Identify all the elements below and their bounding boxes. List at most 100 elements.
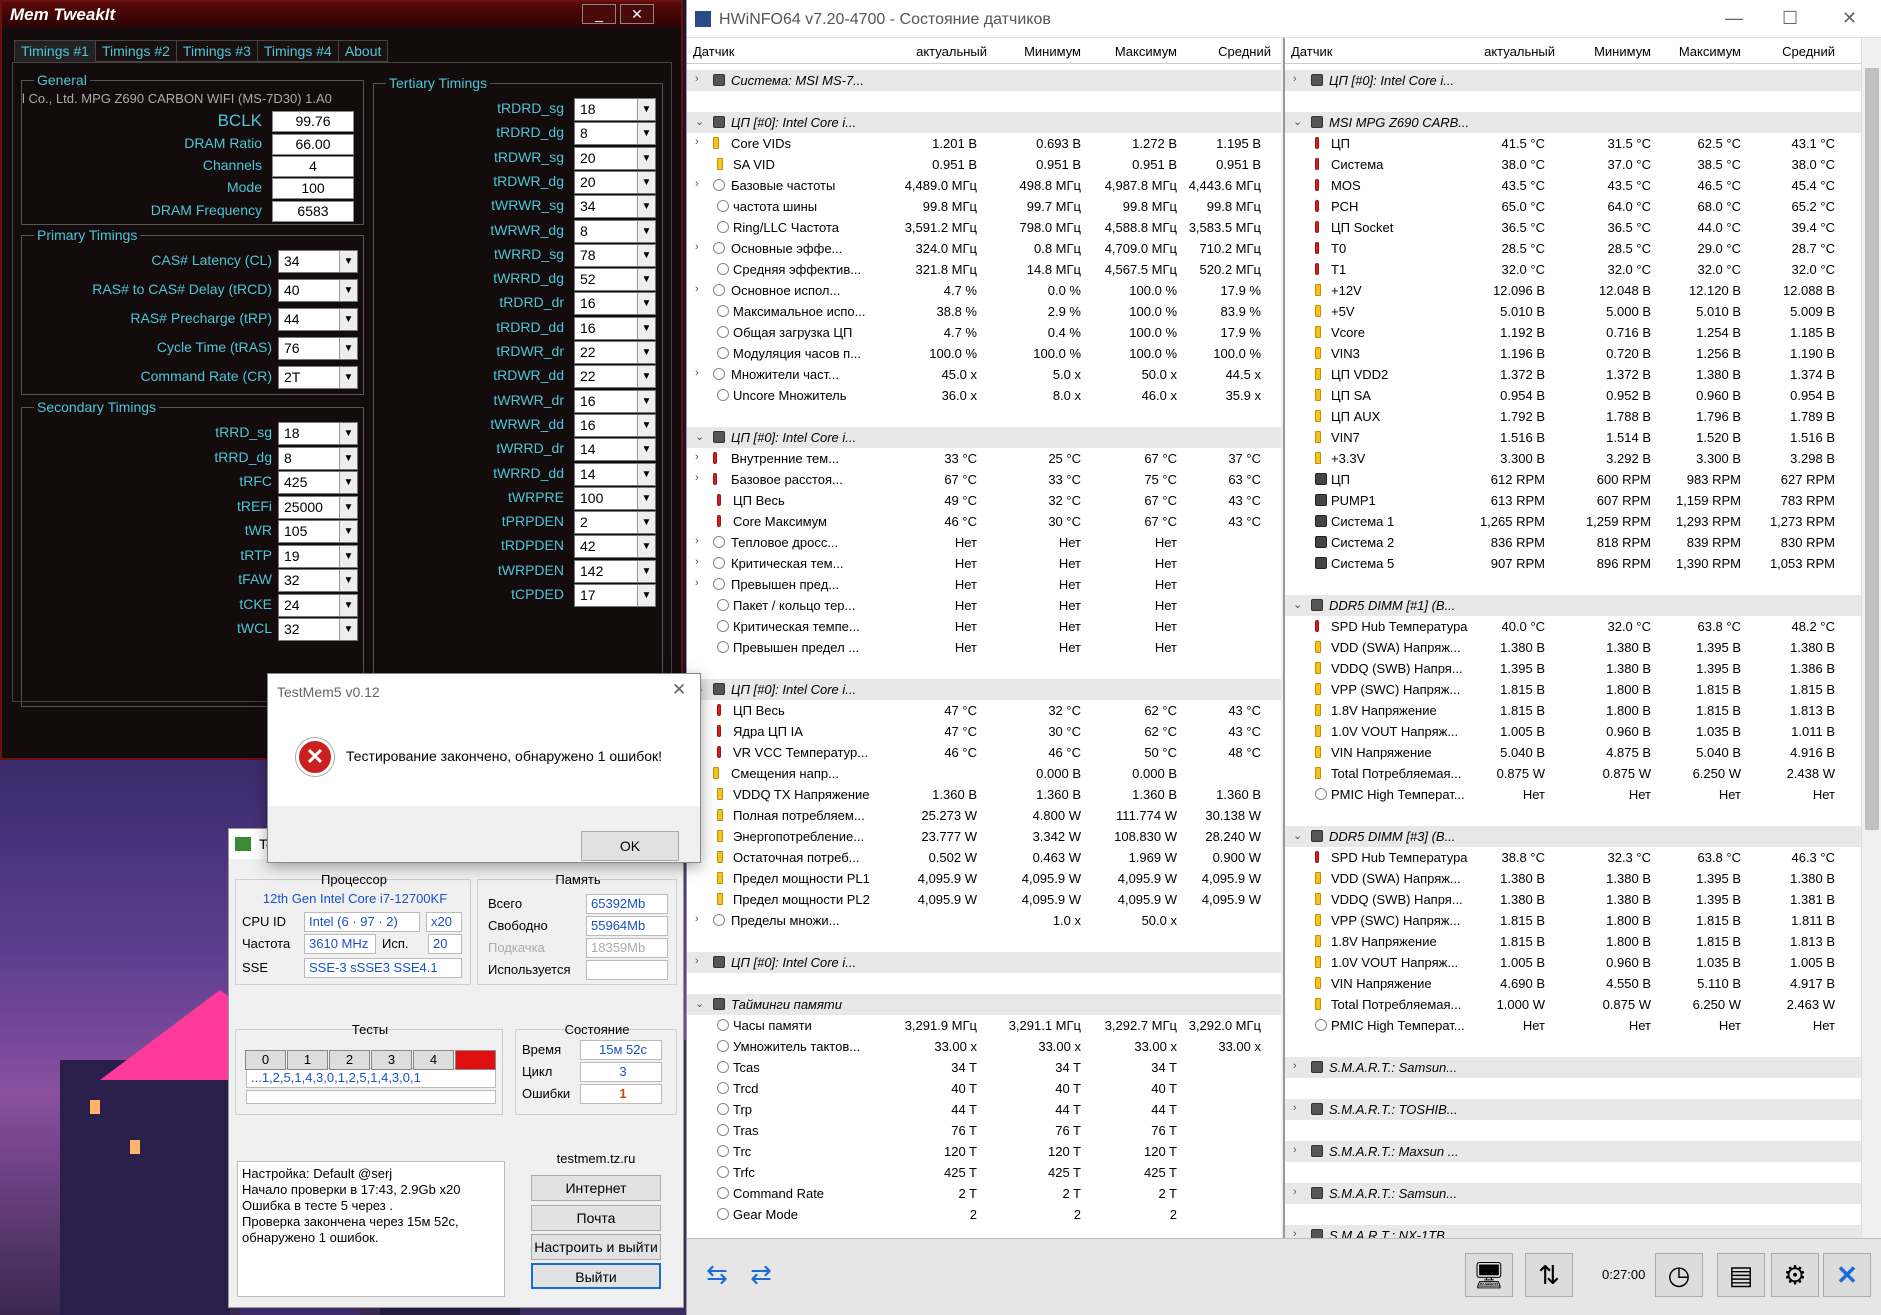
sensor-row[interactable]: › Базовое расстоя... 67 °C 33 °C 75 °C 63 °C (687, 469, 1281, 490)
sensor-row[interactable]: VIN Напряжение 4.690 В 4.550 В 5.110 В 4.917… (1285, 973, 1861, 994)
sensor-row[interactable]: Tras 76 T 76 T 76 T (687, 1120, 1281, 1141)
sensor-row[interactable]: 1.8V Напряжение 1.815 В 1.800 В 1.815 В 1.81… (1285, 700, 1861, 721)
sensor-group-row[interactable]: ⌄ DDR5 DIMM [#3] (B... (1285, 826, 1861, 847)
col-avg[interactable]: Средний (1749, 44, 1835, 59)
sensor-group-row[interactable]: ⌄ DDR5 DIMM [#1] (B... (1285, 595, 1861, 616)
minimize-icon[interactable]: — (1725, 8, 1743, 29)
expand-chevron-icon[interactable]: › (695, 241, 699, 253)
chevron-down-icon[interactable]: ▼ (339, 309, 357, 330)
clock-icon[interactable]: ◷ (1655, 1253, 1703, 1297)
site-link[interactable]: testmem.tz.ru (511, 1151, 681, 1166)
scrollbar-thumb[interactable] (1865, 68, 1879, 830)
timing-dropdown[interactable]: 44 ▼ (278, 308, 358, 331)
sensor-row[interactable]: Превышен предел ... Нет Нет Нет (687, 637, 1281, 658)
chevron-down-icon[interactable]: ▼ (339, 496, 357, 518)
sensor-row[interactable]: Умножитель тактов... 33.00 x 33.00 x 33.00 … (687, 1036, 1281, 1057)
expand-chevron-icon[interactable]: › (1293, 1060, 1297, 1072)
collapse-chevron-icon[interactable]: ⌄ (695, 997, 704, 1010)
sensor-row[interactable]: Максимальное испо... 38.8 % 2.9 % 100.0 % 83… (687, 301, 1281, 322)
sensor-row[interactable]: PMIC High Температ... Нет Нет Нет Нет (1285, 784, 1861, 805)
expand-chevron-icon[interactable]: › (695, 367, 699, 379)
expand-chevron-icon[interactable]: › (695, 556, 699, 568)
sensor-row[interactable]: VDD (SWA) Напряж... 1.380 В 1.380 В 1.395 В… (1285, 868, 1861, 889)
arrows-left-right-icon[interactable]: ⇆ (693, 1253, 741, 1297)
sensor-row[interactable]: Модуляция часов п... 100.0 % 100.0 % 100.0 … (687, 343, 1281, 364)
sensor-row[interactable]: VDDQ TX Напряжение 1.360 В 1.360 В 1.360 В 1… (687, 784, 1281, 805)
chevron-down-icon[interactable]: ▼ (637, 196, 655, 218)
sensor-row[interactable]: Энергопотребление... 23.777 W 3.342 W 108.8… (687, 826, 1281, 847)
sensor-row[interactable]: VR VCC Температур... 46 °C 46 °C 50 °C 48 °C (687, 742, 1281, 763)
sensor-group-row[interactable]: ⌄ Тайминги памяти (687, 994, 1281, 1015)
expand-chevron-icon[interactable]: › (1293, 1144, 1297, 1156)
setup-exit-button[interactable]: Настроить и выйти (531, 1234, 661, 1260)
sensor-row[interactable]: Total Потребляемая... 0.875 W 0.875 W 6.250… (1285, 763, 1861, 784)
timing-dropdown[interactable]: 78 ▼ (574, 243, 656, 267)
expand-chevron-icon[interactable]: › (1293, 1102, 1297, 1114)
tab-timings-2[interactable]: Timings #2 (94, 40, 177, 62)
chevron-down-icon[interactable]: ▼ (339, 594, 357, 616)
sensor-row[interactable]: VIN Напряжение 5.040 В 4.875 В 5.040 В 4.916… (1285, 742, 1861, 763)
timing-dropdown[interactable]: 142 ▼ (574, 559, 656, 583)
sensor-row[interactable]: Полная потребляем... 25.273 W 4.800 W 111.7… (687, 805, 1281, 826)
timing-dropdown[interactable]: 42 ▼ (574, 535, 656, 559)
chevron-down-icon[interactable]: ▼ (637, 147, 655, 169)
expand-chevron-icon[interactable]: › (695, 913, 699, 925)
chevron-down-icon[interactable]: ▼ (637, 536, 655, 558)
timing-dropdown[interactable]: 16 ▼ (574, 413, 656, 437)
sensor-row[interactable]: Ring/LLC Частота 3,591.2 МГц 798.0 МГц 4,58… (687, 217, 1281, 238)
sensor-row[interactable]: ЦП Весь 47 °C 32 °C 62 °C 43 °C (687, 700, 1281, 721)
sensor-row[interactable]: Trp 44 T 44 T 44 T (687, 1099, 1281, 1120)
collapse-chevron-icon[interactable]: ⌄ (1293, 598, 1302, 611)
sensor-row[interactable]: VIN7 1.516 В 1.514 В 1.520 В 1.516 В (1285, 427, 1861, 448)
chevron-down-icon[interactable]: ▼ (637, 99, 655, 120)
col-max[interactable]: Максимум (1087, 44, 1177, 59)
sensor-row[interactable]: +3.3V 3.300 В 3.292 В 3.300 В 3.298 В (1285, 448, 1861, 469)
close-button[interactable]: ✕ (620, 4, 654, 24)
col-max[interactable]: Максимум (1655, 44, 1741, 59)
memtweakit-titlebar[interactable]: Mem TweakIt _ ✕ (2, 2, 681, 28)
timing-dropdown[interactable]: 34 ▼ (278, 250, 358, 273)
timing-dropdown[interactable]: 19 ▼ (278, 544, 358, 568)
sensor-row[interactable]: Система 38.0 °C 37.0 °C 38.5 °C 38.0 °C (1285, 154, 1861, 175)
timing-dropdown[interactable]: 20 ▼ (574, 170, 656, 194)
chevron-down-icon[interactable]: ▼ (637, 342, 655, 363)
sensor-row[interactable]: Uncore Множитель 36.0 x 8.0 x 46.0 x 35.9 x (687, 385, 1281, 406)
col-sensor[interactable]: Датчик (693, 44, 734, 59)
sensor-group-row[interactable]: ⌄ЦП [#0]: Intel Core i... (687, 679, 1281, 700)
sensor-row[interactable]: VDDQ (SWB) Напря... 1.380 В 1.380 В 1.395 В… (1285, 889, 1861, 910)
tab-timings-4[interactable]: Timings #4 (256, 40, 339, 62)
network-icon[interactable]: ⇅ (1525, 1253, 1573, 1297)
sensor-group-row[interactable]: › Система: MSI MS-7... (687, 70, 1281, 91)
close-icon[interactable]: ✕ (672, 680, 686, 700)
sensor-row[interactable]: Часы памяти 3,291.9 МГц 3,291.1 МГц 3,292.7… (687, 1015, 1281, 1036)
timing-dropdown[interactable]: 8 ▼ (278, 446, 358, 470)
timing-dropdown[interactable]: 16 ▼ (574, 389, 656, 413)
sensor-row[interactable]: PMIC High Температ... Нет Нет Нет Нет (1285, 1015, 1861, 1036)
chevron-down-icon[interactable]: ▼ (637, 390, 655, 412)
sensor-row[interactable]: Система 5 907 RPM 896 RPM 1,390 RPM 1,053 RP… (1285, 553, 1861, 574)
chevron-down-icon[interactable]: ▼ (637, 220, 655, 242)
chevron-down-icon[interactable]: ▼ (637, 123, 655, 145)
sensor-row[interactable]: › Внутренние тем... 33 °C 25 °C 67 °C 37 °C (687, 448, 1281, 469)
timing-dropdown[interactable]: 32 ▼ (278, 618, 358, 641)
sensor-row[interactable]: › Пределы множи... 1.0 x 50.0 x (687, 910, 1281, 931)
chevron-down-icon[interactable]: ▼ (637, 414, 655, 436)
collapse-chevron-icon[interactable]: ⌄ (695, 430, 704, 443)
sensor-row[interactable]: ›Смещения напр...0.000 В0.000 В (687, 763, 1281, 784)
add-report-icon[interactable]: ▤ (1717, 1253, 1765, 1297)
ok-button[interactable]: OK (581, 831, 679, 861)
chevron-down-icon[interactable]: ▼ (339, 447, 357, 469)
sensor-row[interactable]: Total Потребляемая... 1.000 W 0.875 W 6.250… (1285, 994, 1861, 1015)
sensor-row[interactable]: Критическая темпе... Нет Нет Нет (687, 616, 1281, 637)
sensor-row[interactable]: Core Максимум 46 °C 30 °C 67 °C 43 °C (687, 511, 1281, 532)
chevron-down-icon[interactable]: ▼ (637, 463, 655, 485)
chevron-down-icon[interactable]: ▼ (339, 619, 357, 640)
expand-chevron-icon[interactable]: › (695, 472, 699, 484)
chevron-down-icon[interactable]: ▼ (637, 244, 655, 266)
timing-dropdown[interactable]: 8 ▼ (574, 219, 656, 243)
chevron-down-icon[interactable]: ▼ (339, 423, 357, 444)
sensor-group-row[interactable]: ⌄ЦП [#0]: Intel Core i... (687, 112, 1281, 133)
sensor-row[interactable]: › Критическая тем... Нет Нет Нет (687, 553, 1281, 574)
tab-timings-1[interactable]: Timings #1 (14, 40, 96, 62)
sensor-row[interactable]: Предел мощности PL1 4,095.9 W 4,095.9 W 4,0… (687, 868, 1281, 889)
